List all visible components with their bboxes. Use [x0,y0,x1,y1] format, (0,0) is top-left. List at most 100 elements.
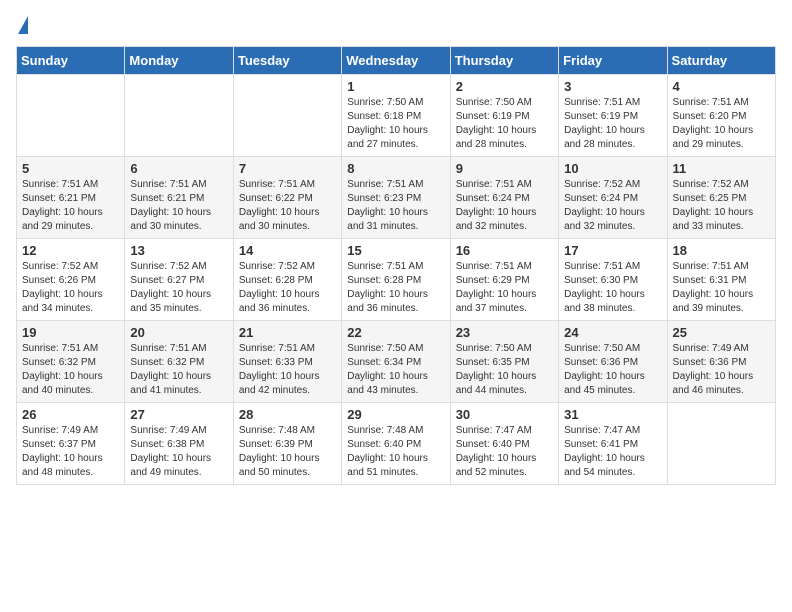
calendar-day-cell: 6Sunrise: 7:51 AM Sunset: 6:21 PM Daylig… [125,157,233,239]
calendar-week-row: 5 Sunrise: 7:51 AM Sunset: 6:21 PM Daylig… [17,157,776,239]
day-number: 23 [456,325,553,340]
day-info: Sunrise: 7:49 AM Sunset: 6:38 PM Dayligh… [130,424,227,480]
calendar-day-cell: 16Sunrise: 7:51 AM Sunset: 6:29 PM Dayli… [450,239,558,321]
day-number: 29 [347,407,444,422]
day-info: Sunrise: 7:50 AM Sunset: 6:18 PM Dayligh… [347,96,444,152]
calendar-day-cell [233,75,341,157]
day-number: 26 [22,407,119,422]
day-info: Sunrise: 7:49 AM Sunset: 6:37 PM Dayligh… [22,424,119,480]
day-number: 10 [564,161,661,176]
day-info: Sunrise: 7:47 AM Sunset: 6:41 PM Dayligh… [564,424,661,480]
logo [16,16,28,34]
day-number: 1 [347,79,444,94]
day-of-week-header: Friday [559,47,667,75]
day-info: Sunrise: 7:51 AM Sunset: 6:32 PM Dayligh… [130,342,227,398]
day-info: Sunrise: 7:52 AM Sunset: 6:26 PM Dayligh… [22,260,119,316]
day-number: 20 [130,325,227,340]
calendar-week-row: 1 Sunrise: 7:50 AM Sunset: 6:18 PM Daylig… [17,75,776,157]
day-info: Sunrise: 7:51 AM Sunset: 6:31 PM Dayligh… [673,260,770,316]
calendar-day-cell: 26 Sunrise: 7:49 AM Sunset: 6:37 PM Dayli… [17,403,125,485]
day-info: Sunrise: 7:50 AM Sunset: 6:35 PM Dayligh… [456,342,553,398]
day-number: 17 [564,243,661,258]
calendar-day-cell: 7Sunrise: 7:51 AM Sunset: 6:22 PM Daylig… [233,157,341,239]
calendar-day-cell: 1 Sunrise: 7:50 AM Sunset: 6:18 PM Daylig… [342,75,450,157]
calendar-day-cell: 28 Sunrise: 7:48 AM Sunset: 6:39 PM Dayli… [233,403,341,485]
calendar-day-cell: 5 Sunrise: 7:51 AM Sunset: 6:21 PM Daylig… [17,157,125,239]
calendar-day-cell: 17Sunrise: 7:51 AM Sunset: 6:30 PM Dayli… [559,239,667,321]
calendar-week-row: 19 Sunrise: 7:51 AM Sunset: 6:32 PM Dayli… [17,321,776,403]
day-info: Sunrise: 7:51 AM Sunset: 6:21 PM Dayligh… [130,178,227,234]
day-info: Sunrise: 7:48 AM Sunset: 6:39 PM Dayligh… [239,424,336,480]
day-number: 2 [456,79,553,94]
day-number: 8 [347,161,444,176]
day-number: 28 [239,407,336,422]
calendar-day-cell: 29 Sunrise: 7:48 AM Sunset: 6:40 PM Dayli… [342,403,450,485]
calendar-day-cell: 30 Sunrise: 7:47 AM Sunset: 6:40 PM Dayli… [450,403,558,485]
logo-triangle-icon [18,16,28,34]
day-of-week-header: Wednesday [342,47,450,75]
day-number: 30 [456,407,553,422]
day-number: 12 [22,243,119,258]
day-number: 19 [22,325,119,340]
day-info: Sunrise: 7:51 AM Sunset: 6:24 PM Dayligh… [456,178,553,234]
day-info: Sunrise: 7:52 AM Sunset: 6:24 PM Dayligh… [564,178,661,234]
day-number: 13 [130,243,227,258]
calendar-week-row: 26 Sunrise: 7:49 AM Sunset: 6:37 PM Dayli… [17,403,776,485]
calendar-day-cell: 19 Sunrise: 7:51 AM Sunset: 6:32 PM Dayli… [17,321,125,403]
day-number: 18 [673,243,770,258]
calendar-day-cell: 10 Sunrise: 7:52 AM Sunset: 6:24 PM Dayli… [559,157,667,239]
calendar-day-cell: 21 Sunrise: 7:51 AM Sunset: 6:33 PM Dayli… [233,321,341,403]
calendar-day-cell: 2 Sunrise: 7:50 AM Sunset: 6:19 PM Daylig… [450,75,558,157]
day-of-week-header: Sunday [17,47,125,75]
calendar-day-cell: 25 Sunrise: 7:49 AM Sunset: 6:36 PM Dayli… [667,321,775,403]
day-number: 25 [673,325,770,340]
day-number: 5 [22,161,119,176]
calendar-day-cell: 18 Sunrise: 7:51 AM Sunset: 6:31 PM Dayli… [667,239,775,321]
day-number: 15 [347,243,444,258]
day-info: Sunrise: 7:50 AM Sunset: 6:36 PM Dayligh… [564,342,661,398]
calendar-day-cell: 13 Sunrise: 7:52 AM Sunset: 6:27 PM Dayli… [125,239,233,321]
day-of-week-header: Monday [125,47,233,75]
page-header [16,16,776,34]
calendar-header-row: SundayMondayTuesdayWednesdayThursdayFrid… [17,47,776,75]
calendar-day-cell: 27 Sunrise: 7:49 AM Sunset: 6:38 PM Dayli… [125,403,233,485]
calendar-day-cell: 31 Sunrise: 7:47 AM Sunset: 6:41 PM Dayli… [559,403,667,485]
calendar-day-cell [667,403,775,485]
day-number: 14 [239,243,336,258]
day-info: Sunrise: 7:52 AM Sunset: 6:25 PM Dayligh… [673,178,770,234]
calendar-day-cell [17,75,125,157]
day-of-week-header: Saturday [667,47,775,75]
day-info: Sunrise: 7:52 AM Sunset: 6:28 PM Dayligh… [239,260,336,316]
day-number: 22 [347,325,444,340]
day-number: 9 [456,161,553,176]
calendar-table: SundayMondayTuesdayWednesdayThursdayFrid… [16,46,776,485]
calendar-day-cell: 12 Sunrise: 7:52 AM Sunset: 6:26 PM Dayli… [17,239,125,321]
day-number: 27 [130,407,227,422]
day-info: Sunrise: 7:51 AM Sunset: 6:21 PM Dayligh… [22,178,119,234]
day-info: Sunrise: 7:51 AM Sunset: 6:23 PM Dayligh… [347,178,444,234]
calendar-day-cell: 8 Sunrise: 7:51 AM Sunset: 6:23 PM Daylig… [342,157,450,239]
day-info: Sunrise: 7:47 AM Sunset: 6:40 PM Dayligh… [456,424,553,480]
day-info: Sunrise: 7:48 AM Sunset: 6:40 PM Dayligh… [347,424,444,480]
day-info: Sunrise: 7:51 AM Sunset: 6:20 PM Dayligh… [673,96,770,152]
calendar-day-cell: 14 Sunrise: 7:52 AM Sunset: 6:28 PM Dayli… [233,239,341,321]
calendar-day-cell [125,75,233,157]
day-number: 16 [456,243,553,258]
day-info: Sunrise: 7:50 AM Sunset: 6:34 PM Dayligh… [347,342,444,398]
calendar-day-cell: 15Sunrise: 7:51 AM Sunset: 6:28 PM Dayli… [342,239,450,321]
day-number: 31 [564,407,661,422]
day-info: Sunrise: 7:51 AM Sunset: 6:32 PM Dayligh… [22,342,119,398]
calendar-day-cell: 11 Sunrise: 7:52 AM Sunset: 6:25 PM Dayli… [667,157,775,239]
calendar-day-cell: 24 Sunrise: 7:50 AM Sunset: 6:36 PM Dayli… [559,321,667,403]
calendar-day-cell: 23 Sunrise: 7:50 AM Sunset: 6:35 PM Dayli… [450,321,558,403]
calendar-week-row: 12 Sunrise: 7:52 AM Sunset: 6:26 PM Dayli… [17,239,776,321]
day-number: 24 [564,325,661,340]
day-number: 11 [673,161,770,176]
calendar-day-cell: 22 Sunrise: 7:50 AM Sunset: 6:34 PM Dayli… [342,321,450,403]
day-info: Sunrise: 7:50 AM Sunset: 6:19 PM Dayligh… [456,96,553,152]
day-info: Sunrise: 7:49 AM Sunset: 6:36 PM Dayligh… [673,342,770,398]
day-number: 21 [239,325,336,340]
calendar-day-cell: 3Sunrise: 7:51 AM Sunset: 6:19 PM Daylig… [559,75,667,157]
day-info: Sunrise: 7:51 AM Sunset: 6:33 PM Dayligh… [239,342,336,398]
day-info: Sunrise: 7:52 AM Sunset: 6:27 PM Dayligh… [130,260,227,316]
